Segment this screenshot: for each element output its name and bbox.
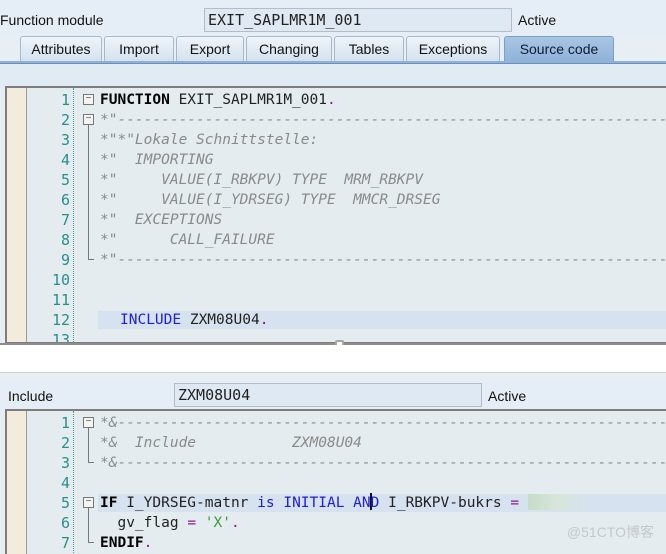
tab-export[interactable]: Export	[176, 36, 244, 62]
collapse-icon[interactable]: −	[83, 114, 94, 125]
comment: *"--------------------------------------…	[100, 252, 666, 268]
line-number: 1	[60, 414, 70, 432]
pane-separator	[0, 345, 666, 373]
tab-attributes[interactable]: Attributes	[20, 36, 102, 62]
collapse-icon[interactable]: −	[83, 417, 94, 428]
code-line: 3 *"*"Lokale Schnittstelle:	[7, 130, 666, 150]
code-line: 3 *&------------------------------------…	[7, 453, 666, 473]
include-status: Active	[488, 388, 527, 404]
code-line: 2 − *"----------------------------------…	[7, 110, 666, 130]
code-line: 1 − FUNCTION EXIT_SAPLMR1M_001.	[7, 90, 666, 110]
function-module-field[interactable]: EXIT_SAPLMR1M_001	[204, 8, 512, 32]
include-header: Include ZXM08U04 Active	[0, 380, 666, 410]
operator: =	[187, 515, 197, 531]
function-module-label: Function module	[0, 12, 104, 28]
source-editor-function[interactable]: 1 − FUNCTION EXIT_SAPLMR1M_001. 2 − *"--…	[5, 86, 666, 344]
line-number: 7	[60, 211, 70, 229]
string-literal: 'X'	[196, 515, 231, 531]
keyword: ENDIF	[100, 535, 144, 551]
keyword: IF	[100, 495, 118, 511]
line-number: 8	[60, 231, 70, 249]
comment: *"--------------------------------------…	[100, 112, 666, 128]
comment: *" EXCEPTIONS	[100, 212, 223, 228]
comment: *" CALL_FAILURE	[100, 232, 275, 248]
redacted-value	[527, 494, 588, 510]
tab-exceptions[interactable]: Exceptions	[406, 36, 500, 62]
period: .	[230, 515, 240, 531]
line-number: 2	[60, 434, 70, 452]
code-text: I_RBKPV-bukrs	[379, 495, 511, 511]
line-number: 2	[60, 111, 70, 129]
comment: *&--------------------------------------…	[100, 455, 666, 471]
line-number: 6	[60, 514, 70, 532]
line-number: 1	[60, 91, 70, 109]
collapse-icon[interactable]: −	[83, 94, 94, 105]
code-line: 5 *" VALUE(I_RBKPV) TYPE MRM_RBKPV	[7, 170, 666, 190]
period: .	[259, 312, 269, 328]
comment: *"*"Lokale Schnittstelle:	[100, 132, 319, 148]
comment: *" IMPORTING	[100, 152, 214, 168]
code-line: 10	[7, 270, 666, 290]
period: .	[326, 92, 336, 108]
keyword: FUNCTION	[100, 92, 170, 108]
collapse-icon[interactable]: −	[83, 497, 94, 508]
toolbar-area	[0, 64, 666, 88]
tab-strip: Attributes Import Export Changing Tables…	[0, 36, 666, 62]
code-text: gv_flag	[100, 515, 188, 531]
line-number: 4	[60, 474, 70, 492]
line-number: 5	[60, 171, 70, 189]
comment: *" VALUE(I_YDRSEG) TYPE MMCR_DRSEG	[100, 192, 441, 208]
line-number: 3	[60, 454, 70, 472]
tab-changing[interactable]: Changing	[246, 36, 332, 62]
line-number: 10	[51, 271, 70, 289]
function-module-header: Function module EXIT_SAPLMR1M_001 Active	[0, 0, 666, 38]
tab-import[interactable]: Import	[104, 36, 174, 62]
comment: *&--------------------------------------…	[100, 415, 666, 431]
include-field[interactable]: ZXM08U04	[174, 383, 482, 407]
watermark: @51CTO博客	[566, 524, 654, 540]
code-line: 6 *" VALUE(I_YDRSEG) TYPE MMCR_DRSEG	[7, 190, 666, 210]
line-number: 3	[60, 131, 70, 149]
code-line: 1 − *&----------------------------------…	[7, 413, 666, 433]
code-text: EXIT_SAPLMR1M_001	[169, 92, 327, 108]
code-line: 8 *" CALL_FAILURE	[7, 230, 666, 250]
code-line: 4	[7, 473, 666, 493]
period: .	[143, 535, 153, 551]
keyword: INCLUDE	[120, 312, 182, 328]
tab-tables[interactable]: Tables	[334, 36, 404, 62]
function-module-status: Active	[518, 12, 557, 28]
code-line-highlighted: 12 INCLUDE ZXM08U04.	[7, 310, 666, 330]
code-line: 2 *& Include ZXM08U04	[7, 433, 666, 453]
keyword: is INITIAL AN	[257, 495, 371, 511]
tab-source-code[interactable]: Source code	[504, 36, 614, 62]
code-line: 9 *"------------------------------------…	[7, 250, 666, 270]
code-line: 4 *" IMPORTING	[7, 150, 666, 170]
comment: *& Include ZXM08U04	[100, 435, 362, 451]
code-text: I_YDRSEG-matnr	[117, 495, 258, 511]
line-number: 13	[51, 331, 70, 344]
code-text: ZXM08U04	[181, 312, 260, 328]
line-number: 12	[51, 311, 70, 329]
line-number: 9	[60, 251, 70, 269]
code-line: 11	[7, 290, 666, 310]
operator: =	[510, 495, 520, 511]
line-number: 4	[60, 151, 70, 169]
code-line-highlighted: 5 − IF I_YDRSEG-matnr is INITIAL AND I_R…	[7, 493, 666, 513]
comment: *" VALUE(I_RBKPV) TYPE MRM_RBKPV	[100, 172, 424, 188]
include-label: Include	[8, 388, 54, 404]
code-line: 7 *" EXCEPTIONS	[7, 210, 666, 230]
line-number: 6	[60, 191, 70, 209]
line-number: 7	[60, 534, 70, 552]
line-number: 11	[51, 291, 70, 309]
line-number: 5	[60, 494, 70, 512]
